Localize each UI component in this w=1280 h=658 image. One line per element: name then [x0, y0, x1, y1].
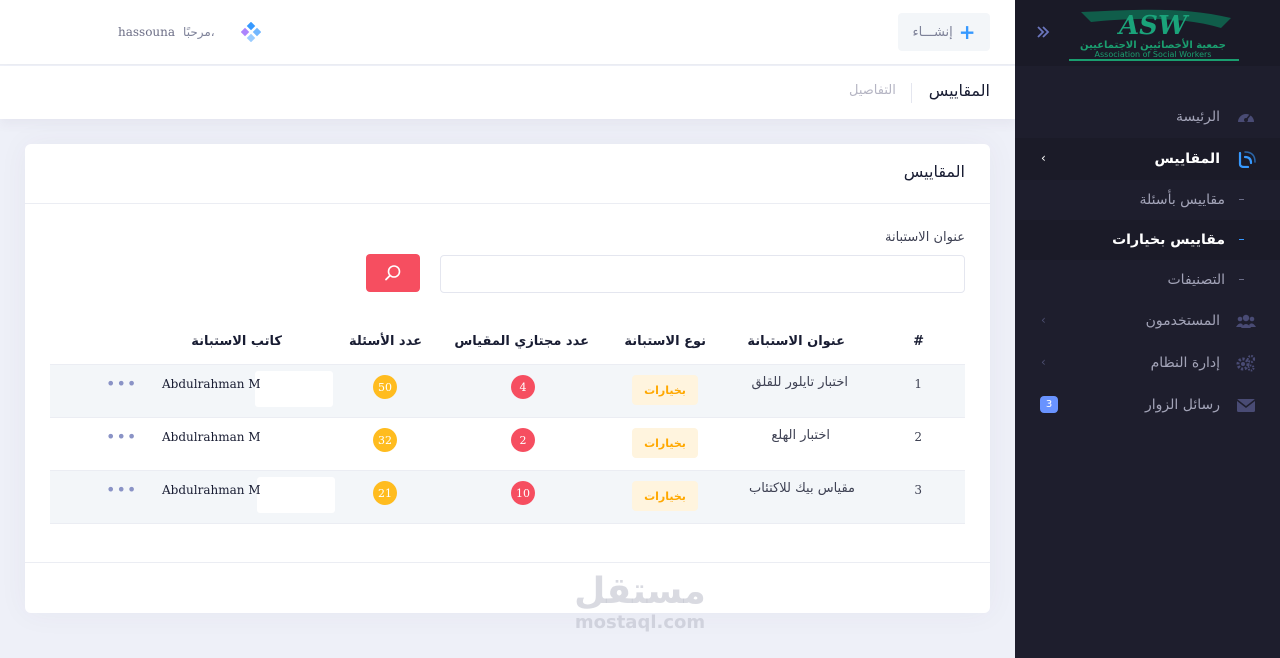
table-header: # عنوان الاستبانة نوع الاستبانة عدد مجتا… — [50, 322, 965, 365]
row-number: 2 — [914, 430, 922, 444]
table-row[interactable]: 1 اختبار تايلور للقلق بخيارات 4 50 Abdul… — [50, 365, 965, 418]
sidebar-item-home[interactable]: الرئيسة — [1015, 96, 1280, 138]
questions-count-badge: 32 — [373, 428, 397, 452]
row-author: Abdulrahman M — [162, 483, 261, 497]
author-avatar-placeholder — [255, 371, 333, 407]
scales-card: المقاييس عنوان الاستبانة # عنوان الاستبا… — [25, 144, 990, 613]
row-author: Abdulrahman M — [162, 430, 261, 444]
chevron-icon: ‹ — [1041, 313, 1046, 327]
plus-icon: + — [958, 20, 976, 44]
user-name: hassouna — [118, 25, 176, 39]
more-actions-icon[interactable]: ••• — [106, 427, 137, 446]
passed-count-badge: 4 — [511, 375, 535, 399]
row-title[interactable]: مقياس بيك للاكتئاب — [749, 481, 855, 496]
top-header: hassouna مرحبًا، + إنشـــاء — [0, 0, 1015, 65]
table-row[interactable]: 3 مقياس بيك للاكتئاب بخيارات 10 21 Abdul… — [50, 471, 965, 524]
sidebar-menu: الرئيسة ‹ المقاييس مقاييس بأسئلة مقاييس … — [1015, 96, 1280, 426]
brand-diamond-icon[interactable] — [240, 22, 261, 42]
column-header-type: نوع الاستبانة — [624, 334, 706, 349]
sidebar-toggle-icon[interactable] — [1033, 22, 1053, 42]
search-icon — [385, 265, 401, 281]
chevron-down-icon: ‹ — [1041, 151, 1046, 165]
subheader: المقاييس التفاصيل — [0, 66, 1015, 119]
svg-text:ASW: ASW — [1116, 11, 1190, 41]
column-header-questions: عدد الأسئلة — [348, 334, 422, 349]
breadcrumb-separator — [911, 83, 912, 103]
column-header-title: عنوان الاستبانة — [747, 334, 845, 349]
page-title: المقاييس — [928, 81, 990, 100]
sidebar-item-system[interactable]: ‹ إدارة النظام — [1015, 342, 1280, 384]
asw-logo[interactable]: ASW جمعية الأخصائيين الاجتماعيين Associa… — [1061, 8, 1245, 62]
card-title: المقاييس — [903, 162, 965, 181]
create-button[interactable]: + إنشـــاء — [898, 13, 990, 51]
watermark-arabic: مستقل — [574, 571, 706, 612]
watermark: مستقل mostaql.com — [562, 572, 718, 634]
sidebar-subitem-question-scales[interactable]: مقاييس بأسئلة — [1015, 180, 1280, 220]
user-greeting: مرحبًا، — [183, 25, 215, 39]
sidebar-item-scales[interactable]: ‹ المقاييس — [1015, 138, 1280, 180]
passed-count-badge: 10 — [511, 481, 535, 505]
sidebar-item-label: إدارة النظام — [1150, 355, 1220, 371]
sidebar-item-label: رسائل الزوار — [1145, 397, 1220, 413]
sidebar-item-label: المقاييس — [1154, 151, 1220, 167]
sidebar-item-messages[interactable]: 3 رسائل الزوار — [1015, 384, 1280, 426]
bullet-dash — [1239, 279, 1244, 280]
search-button[interactable] — [366, 254, 420, 292]
messages-count-badge: 3 — [1040, 396, 1058, 413]
sidebar-subitem-choice-scales[interactable]: مقاييس بخيارات — [1015, 220, 1280, 260]
watermark-english: mostaql.com — [574, 612, 706, 633]
card-footer-divider — [25, 562, 990, 563]
table-row[interactable]: 2 اختبار الهلع بخيارات 2 32 Abdulrahman … — [50, 418, 965, 471]
row-author: Abdulrahman M — [162, 377, 261, 391]
column-header-number: # — [913, 334, 924, 349]
column-header-passed: عدد مجتازي المقياس — [454, 334, 589, 349]
row-number: 3 — [914, 483, 922, 497]
envelope-icon — [1236, 399, 1256, 412]
type-badge: بخيارات — [632, 375, 698, 405]
bullet-dash — [1239, 199, 1244, 200]
sidebar-item-label: المستخدمون — [1145, 313, 1220, 329]
sidebar-subitem-label: مقاييس بخيارات — [1112, 232, 1225, 248]
card-header: المقاييس — [25, 144, 990, 204]
bullet-dash — [1239, 239, 1244, 240]
questions-count-badge: 21 — [373, 481, 397, 505]
users-icon — [1236, 314, 1256, 328]
search-input[interactable] — [440, 255, 965, 293]
more-actions-icon[interactable]: ••• — [106, 480, 137, 499]
sidebar-subitem-label: التصنيفات — [1167, 272, 1226, 288]
create-button-label: إنشـــاء — [912, 24, 953, 40]
scale-icon — [1238, 151, 1256, 168]
sidebar-subitem-label: مقاييس بأسئلة — [1139, 192, 1225, 208]
sidebar-item-label: الرئيسة — [1176, 109, 1220, 125]
chevron-icon: ‹ — [1041, 355, 1046, 369]
more-actions-icon[interactable]: ••• — [106, 374, 137, 393]
type-badge: بخيارات — [632, 481, 698, 511]
sidebar: ASW جمعية الأخصائيين الاجتماعيين Associa… — [1015, 0, 1280, 658]
svg-text:Association of Social Workers: Association of Social Workers — [1095, 50, 1212, 59]
sidebar-header: ASW جمعية الأخصائيين الاجتماعيين Associa… — [1015, 0, 1280, 66]
sidebar-subitem-categories[interactable]: التصنيفات — [1015, 260, 1280, 300]
scales-table: # عنوان الاستبانة نوع الاستبانة عدد مجتا… — [50, 322, 965, 524]
breadcrumb[interactable]: التفاصيل — [849, 83, 896, 98]
column-header-author: كاتب الاستبانة — [191, 334, 282, 349]
search-label: عنوان الاستبانة — [885, 230, 965, 245]
row-title[interactable]: اختبار تايلور للقلق — [752, 375, 848, 390]
passed-count-badge: 2 — [511, 428, 535, 452]
row-title[interactable]: اختبار الهلع — [771, 428, 830, 443]
user-area[interactable]: hassouna مرحبًا، — [118, 22, 261, 42]
sidebar-item-users[interactable]: ‹ المستخدمون — [1015, 300, 1280, 342]
author-avatar-placeholder — [257, 477, 335, 513]
type-badge: بخيارات — [632, 428, 698, 458]
row-number: 1 — [914, 377, 922, 391]
dashboard-icon — [1238, 114, 1254, 122]
cogs-icon — [1236, 354, 1256, 372]
questions-count-badge: 50 — [373, 375, 397, 399]
